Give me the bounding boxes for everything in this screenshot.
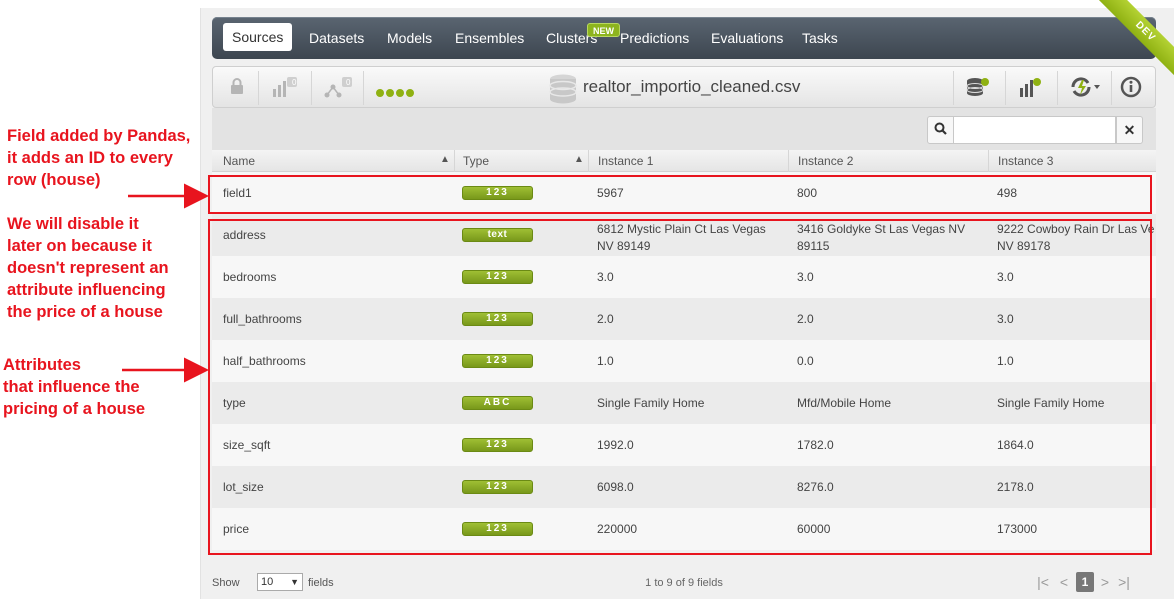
screenshot: Sources Datasets Models Ensembles Cluste… <box>0 0 1174 599</box>
annotation-arrows <box>122 183 209 383</box>
